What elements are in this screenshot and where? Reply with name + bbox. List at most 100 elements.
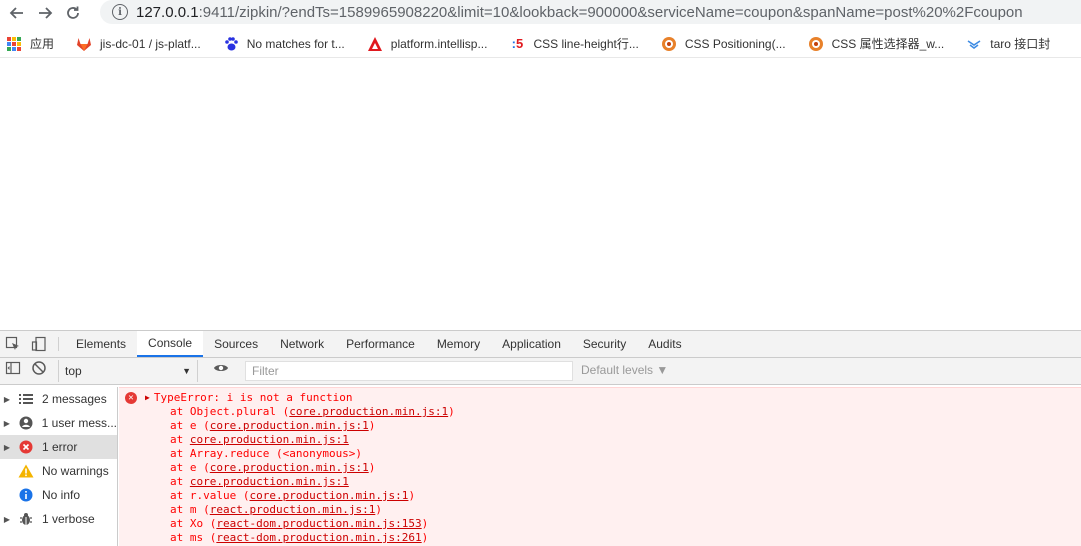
- tab-network[interactable]: Network: [269, 331, 335, 357]
- tab-security[interactable]: Security: [572, 331, 637, 357]
- stack-frame-text: at Array.reduce (<anonymous>): [170, 447, 363, 460]
- bookmark-css-positioning[interactable]: CSS Positioning(...: [655, 32, 792, 56]
- bookmark-css-line-height[interactable]: :5 CSS line-height行...: [503, 32, 644, 56]
- stack-frame: at m (react.production.min.js:1): [119, 503, 1081, 517]
- bookmark-gitlab[interactable]: jis-dc-01 / js-platf...: [70, 32, 207, 56]
- context-select[interactable]: top ▼: [58, 360, 198, 382]
- stack-frame-suffix: ): [368, 461, 376, 474]
- gitlab-icon: [76, 36, 92, 52]
- expand-triangle-icon: ▶: [3, 514, 11, 524]
- taro-icon: [966, 36, 982, 52]
- source-link[interactable]: core.production.min.js:1: [289, 405, 448, 418]
- expand-triangle-icon: ▶: [3, 442, 11, 452]
- dropdown-triangle-icon: ▼: [182, 366, 191, 376]
- stack-frame-suffix: ): [448, 405, 455, 418]
- stack-frame-text: at: [170, 475, 190, 488]
- sidebar-item-warnings[interactable]: No warnings: [0, 459, 117, 483]
- sidebar-toggle-button[interactable]: [0, 360, 26, 376]
- error-message-row[interactable]: ✕ ▶ TypeError: i is not a function: [119, 391, 1081, 405]
- stack-frame: at core.production.min.js:1: [119, 433, 1081, 447]
- filter-input[interactable]: Filter: [245, 361, 573, 381]
- bookmarks-bar: 应用 jis-dc-01 / js-platf... No matches fo…: [0, 30, 1081, 58]
- five-icon: :5: [511, 36, 524, 51]
- source-link[interactable]: core.production.min.js:1: [210, 461, 369, 474]
- sidebar-panel-icon: [5, 361, 21, 375]
- source-link[interactable]: core.production.min.js:1: [249, 489, 408, 502]
- source-link[interactable]: core.production.min.js:1: [210, 419, 369, 432]
- live-expression-button[interactable]: [208, 360, 234, 376]
- tab-performance[interactable]: Performance: [335, 331, 426, 357]
- tab-elements[interactable]: Elements: [65, 331, 137, 357]
- warning-icon: [18, 463, 34, 479]
- stack-trace: at Object.plural (core.production.min.js…: [119, 405, 1081, 545]
- devtools-tab-bar: Elements Console Sources Network Perform…: [0, 331, 1081, 358]
- clear-console-button[interactable]: [26, 360, 52, 376]
- orange-circle-icon: [661, 36, 677, 52]
- arrow-right-icon: [39, 7, 53, 19]
- sidebar-item-errors[interactable]: ▶ 1 error: [0, 435, 117, 459]
- source-link[interactable]: react-dom.production.min.js:261: [216, 531, 421, 544]
- stack-frame: at Object.plural (core.production.min.js…: [119, 405, 1081, 419]
- stack-frame-text: at m (: [170, 503, 210, 516]
- error-icon: [18, 439, 34, 455]
- stack-frame-suffix: ): [375, 503, 382, 516]
- url-text[interactable]: 127.0.0.1:9411/zipkin/?endTs=15899659082…: [136, 4, 1023, 21]
- source-link[interactable]: core.production.min.js:1: [190, 433, 349, 446]
- console-toolbar: top ▼ Filter Default levels ▼: [0, 358, 1081, 385]
- log-levels-dropdown[interactable]: Default levels ▼: [581, 363, 668, 377]
- source-link[interactable]: react-dom.production.min.js:153: [216, 517, 421, 530]
- forward-button[interactable]: [34, 2, 56, 24]
- stack-frame-suffix: ): [421, 517, 429, 530]
- stack-frame: at Array.reduce (<anonymous>): [119, 447, 1081, 461]
- bookmark-taro[interactable]: taro 接口封: [960, 32, 1056, 56]
- sidebar-item-user-messages[interactable]: ▶ 1 user mess...: [0, 411, 117, 435]
- stack-frame: at e (core.production.min.js:1): [119, 419, 1081, 433]
- tab-sources[interactable]: Sources: [203, 331, 269, 357]
- user-icon: [18, 415, 34, 431]
- bookmark-baidu[interactable]: No matches for t...: [217, 32, 351, 56]
- back-button[interactable]: [6, 2, 28, 24]
- console-body: ▶ 2 messages ▶ 1 user mess... ▶ 1 error: [0, 387, 1081, 546]
- arrow-left-icon: [9, 7, 23, 19]
- site-info-icon[interactable]: i: [112, 4, 128, 20]
- stack-frame: at r.value (core.production.min.js:1): [119, 489, 1081, 503]
- divider: [58, 337, 59, 351]
- stack-frame-text: at ms (: [170, 531, 217, 544]
- tab-memory[interactable]: Memory: [426, 331, 491, 357]
- reload-button[interactable]: [62, 2, 84, 24]
- bug-icon: [18, 511, 34, 527]
- apps-grid-icon: [6, 36, 22, 52]
- error-message: TypeError: i is not a function: [153, 391, 353, 404]
- address-row: i 127.0.0.1:9411/zipkin/?endTs=158996590…: [0, 0, 1081, 26]
- stack-frame-text: at Object.plural (: [170, 405, 290, 418]
- block-icon: [32, 361, 46, 375]
- stack-frame: at core.production.min.js:1: [119, 475, 1081, 489]
- omnibox[interactable]: i 127.0.0.1:9411/zipkin/?endTs=158996590…: [100, 0, 1081, 24]
- expand-triangle-icon[interactable]: ▶: [145, 391, 150, 405]
- red-triangle-icon: [367, 36, 383, 52]
- tab-console[interactable]: Console: [137, 331, 204, 357]
- device-toolbar-button[interactable]: [26, 331, 52, 357]
- inspect-element-button[interactable]: [0, 331, 26, 357]
- bookmark-css-attr-selector[interactable]: CSS 属性选择器_w...: [802, 32, 951, 56]
- expand-triangle-icon: ▶: [3, 418, 10, 428]
- tab-audits[interactable]: Audits: [637, 331, 692, 357]
- sidebar-item-info[interactable]: No info: [0, 483, 117, 507]
- stack-frame-text: at e (: [170, 419, 210, 432]
- cursor-select-icon: [5, 336, 19, 350]
- stack-frame-text: at: [170, 433, 190, 446]
- sidebar-item-messages[interactable]: ▶ 2 messages: [0, 387, 117, 411]
- orange-circle-icon: [808, 36, 824, 52]
- bookmark-apps[interactable]: 应用: [0, 32, 60, 56]
- device-icon: [31, 336, 46, 352]
- stack-frame-suffix: ): [368, 419, 376, 432]
- error-icon: ✕: [125, 392, 137, 404]
- eye-icon: [214, 365, 228, 371]
- source-link[interactable]: core.production.min.js:1: [190, 475, 349, 488]
- tab-application[interactable]: Application: [491, 331, 572, 357]
- stack-frame-suffix: ): [421, 531, 429, 544]
- list-icon: [18, 391, 34, 407]
- bookmark-platform[interactable]: platform.intellisp...: [361, 32, 494, 56]
- sidebar-item-verbose[interactable]: ▶ 1 verbose: [0, 507, 117, 531]
- source-link[interactable]: react.production.min.js:1: [210, 503, 376, 516]
